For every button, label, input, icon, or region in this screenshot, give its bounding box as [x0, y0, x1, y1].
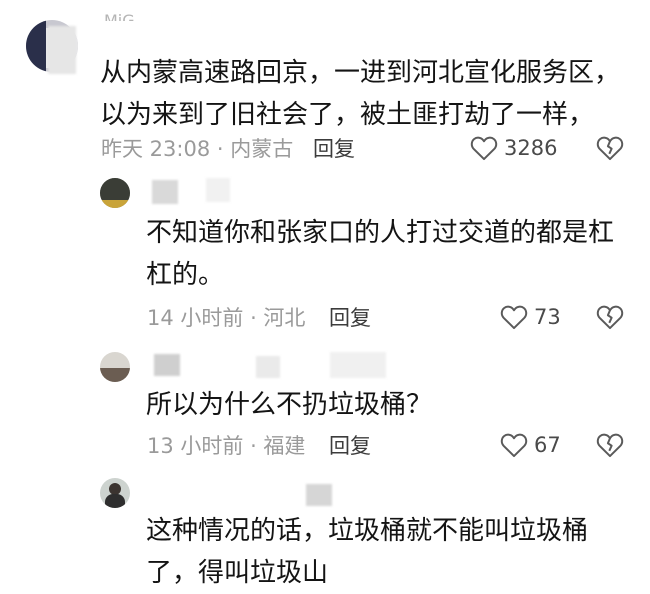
heart-outline-icon	[500, 432, 528, 458]
avatar[interactable]	[100, 478, 130, 508]
dislike-button[interactable]	[596, 135, 624, 163]
broken-heart-icon	[596, 304, 624, 330]
username-redacted	[256, 356, 280, 378]
comment-text: 这种情况的话，垃圾桶就不能叫垃圾桶 了，得叫垃圾山	[146, 510, 616, 594]
avatar-overlay	[48, 26, 76, 74]
comment-text: 不知道你和张家口的人打过交道的都是杠 杠的。	[146, 212, 616, 296]
reply-button[interactable]: 回复	[329, 432, 371, 460]
comment-line: 从内蒙高速路回京，一进到河北宣化服务区，	[100, 58, 621, 88]
like-count: 3286	[504, 136, 558, 160]
like-count: 73	[534, 305, 561, 329]
username-redacted	[152, 180, 178, 204]
comment-line: 不知道你和张家口的人打过交道的都是杠	[146, 218, 615, 248]
like-count: 67	[534, 433, 561, 457]
username-redacted	[306, 484, 332, 506]
like-button[interactable]: 73	[500, 303, 561, 331]
comment-text: 从内蒙高速路回京，一进到河北宣化服务区， 以为来到了旧社会了，被土匪打劫了一样，	[100, 52, 620, 136]
comment-meta: 昨天 23:08 · 内蒙古	[101, 137, 294, 161]
dislike-button[interactable]	[596, 432, 624, 460]
broken-heart-icon	[596, 135, 624, 161]
comment-line: 了，得叫垃圾山	[146, 558, 329, 588]
like-button[interactable]: 3286	[470, 134, 557, 162]
username-redacted	[154, 354, 180, 376]
comment-line: 这种情况的话，垃圾桶就不能叫垃圾桶	[146, 516, 589, 546]
avatar[interactable]	[100, 178, 130, 208]
dislike-button[interactable]	[596, 304, 624, 332]
comment-line: 杠的。	[146, 260, 225, 290]
comment-meta: 13 小时前 · 福建	[147, 434, 306, 458]
comment-line: 以为来到了旧社会了，被土匪打劫了一样，	[100, 100, 595, 130]
reply-button[interactable]: 回复	[329, 304, 371, 332]
heart-outline-icon	[470, 135, 498, 161]
heart-outline-icon	[500, 304, 528, 330]
username[interactable]: MiG	[104, 12, 135, 21]
comment-text: 所以为什么不扔垃圾桶？	[146, 384, 616, 426]
username-redacted	[206, 178, 230, 202]
reply-button[interactable]: 回复	[313, 135, 355, 163]
comment-meta: 14 小时前 · 河北	[147, 306, 306, 330]
avatar[interactable]	[100, 352, 130, 382]
comment-line: 所以为什么不扔垃圾桶？	[146, 390, 433, 420]
broken-heart-icon	[596, 432, 624, 458]
like-button[interactable]: 67	[500, 431, 561, 459]
username-redacted	[330, 352, 386, 378]
